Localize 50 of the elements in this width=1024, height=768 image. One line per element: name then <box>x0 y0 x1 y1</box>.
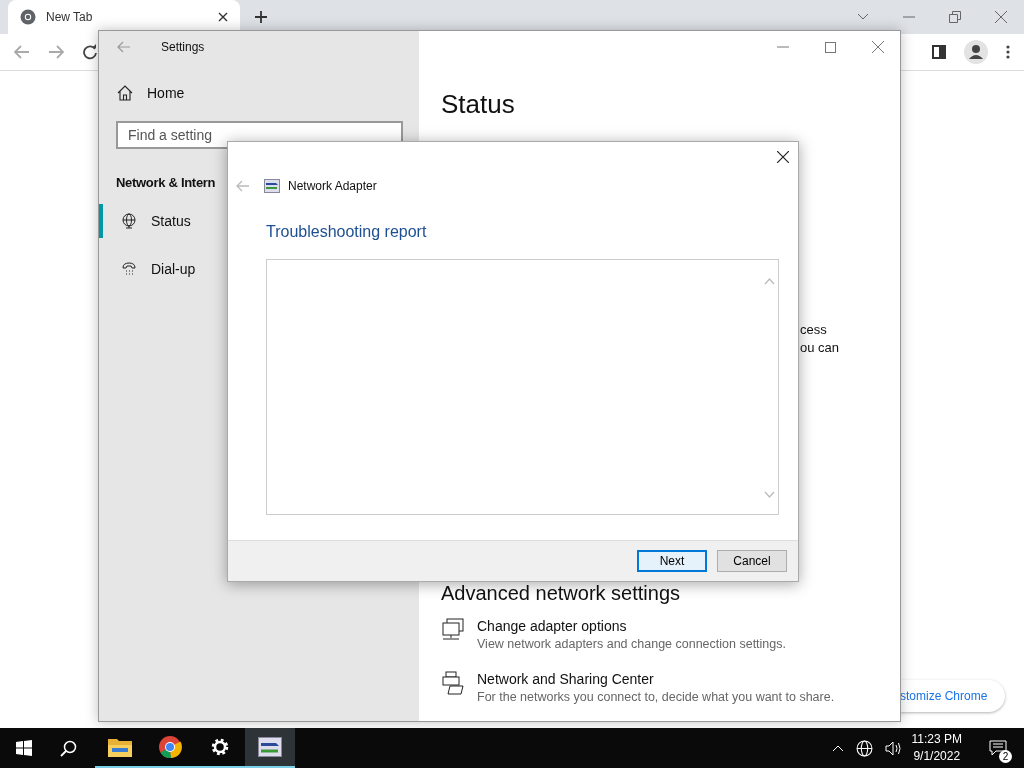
body-text: ou can <box>800 339 840 357</box>
chevron-down-icon[interactable] <box>857 13 869 21</box>
close-icon[interactable] <box>777 151 789 163</box>
cancel-button[interactable]: Cancel <box>717 550 787 572</box>
search-icon[interactable] <box>60 739 77 757</box>
reload-icon[interactable] <box>82 44 98 60</box>
page-heading: Status <box>441 89 516 120</box>
phone-icon <box>121 261 137 277</box>
clock-time[interactable]: 11:23 PM <box>911 731 962 748</box>
nav-item[interactable]: Dial-up <box>99 252 419 286</box>
globe-icon[interactable] <box>855 739 873 757</box>
home-icon <box>117 85 133 101</box>
next-button[interactable]: Next <box>637 550 707 572</box>
browser-logo-icon <box>20 9 36 25</box>
dialog-heading: Troubleshooting report <box>265 222 428 241</box>
section-heading: Advanced network settings <box>441 582 682 604</box>
caret-up-icon[interactable] <box>831 744 844 752</box>
browser-tab[interactable]: New Tab <box>8 0 240 34</box>
customize-button[interactable]: stomize Chrome <box>900 680 1006 712</box>
link-description: For the networks you connect to, decide what you want to share. <box>477 690 835 704</box>
tab-title: New Tab <box>46 10 94 24</box>
new-tab-icon[interactable] <box>254 10 268 24</box>
section-title: Network & Intern <box>116 175 216 190</box>
dialog-title: Network Adapter <box>288 179 377 193</box>
profile-icon[interactable] <box>964 40 988 64</box>
globe-icon <box>121 213 137 229</box>
side-panel-icon[interactable] <box>932 45 946 59</box>
link-title[interactable]: Network and Sharing Center <box>477 671 835 687</box>
link-description: View network adapters and change connection settings. <box>477 637 786 651</box>
close-icon[interactable] <box>218 12 228 22</box>
gear-icon <box>210 737 230 757</box>
restore-icon[interactable] <box>949 11 961 23</box>
taskbar-app[interactable] <box>245 728 295 768</box>
maximize-icon[interactable] <box>825 41 836 53</box>
window-title: Settings <box>161 40 205 54</box>
start-icon[interactable] <box>16 740 32 756</box>
notification-count: 2 <box>999 750 1012 763</box>
troubleshooter-icon <box>258 737 282 757</box>
monitor-icon <box>441 618 465 642</box>
speaker-icon[interactable] <box>884 740 902 756</box>
home-link[interactable]: Home <box>99 63 419 101</box>
notifications-button[interactable]: 2 <box>978 728 1018 768</box>
folder-icon <box>108 737 132 757</box>
more-icon[interactable] <box>1006 45 1010 59</box>
troubleshooter-icon <box>264 179 280 193</box>
link-title[interactable]: Change adapter options <box>477 618 786 634</box>
clock-date[interactable]: 9/1/2022 <box>913 748 961 765</box>
printer-icon <box>441 671 465 695</box>
body-text: cess <box>800 321 828 339</box>
browser-logo-icon <box>158 735 182 759</box>
